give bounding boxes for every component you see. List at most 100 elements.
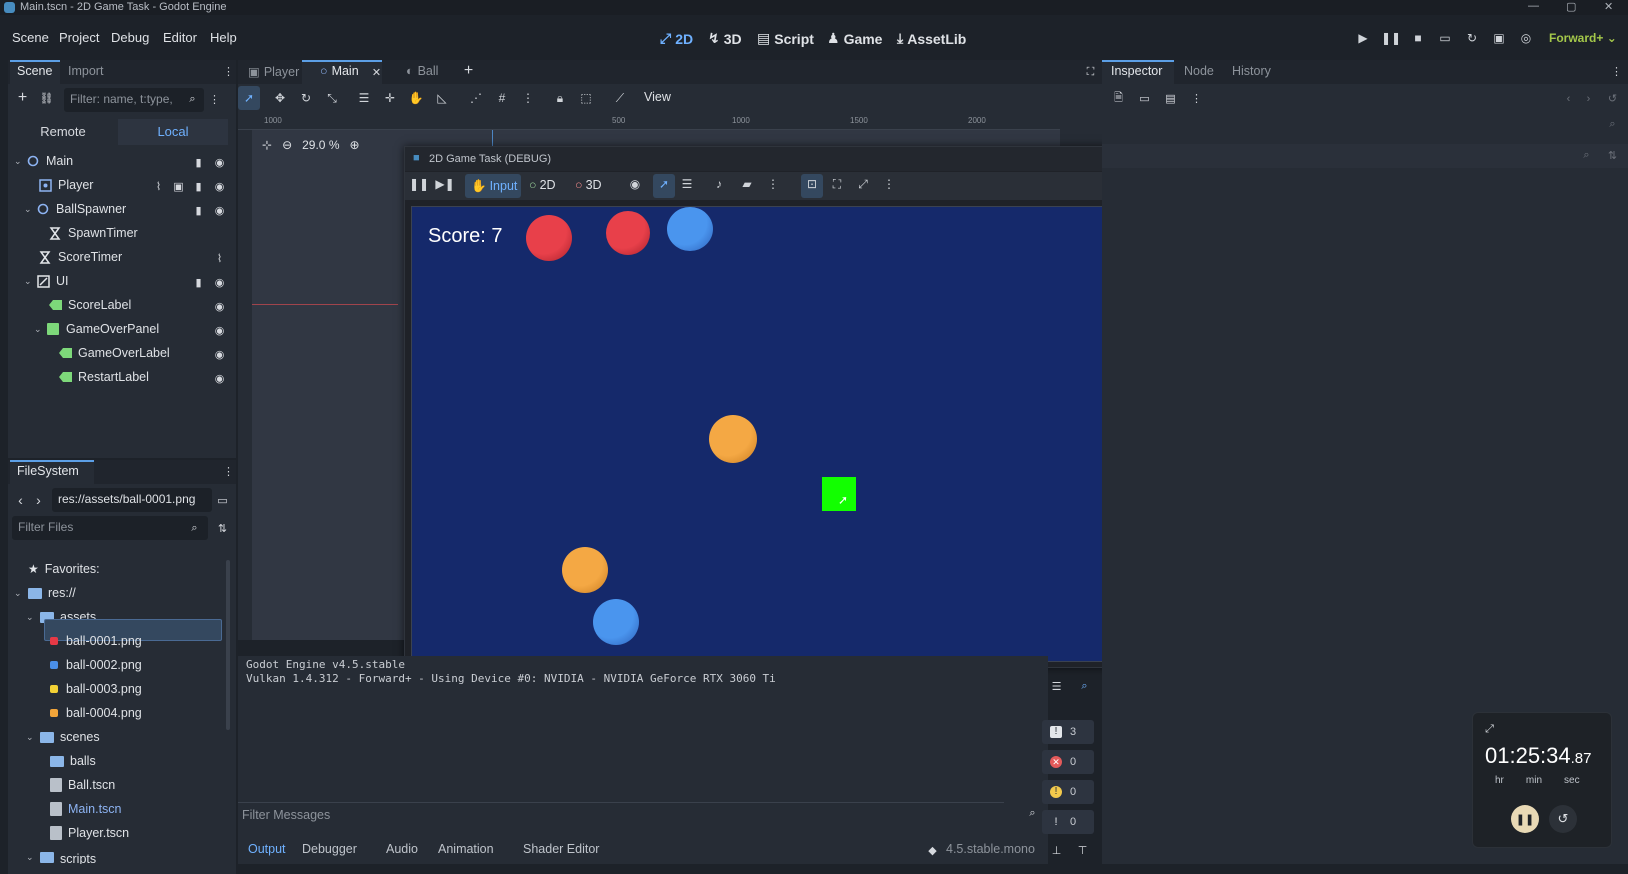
tab-history[interactable]: History (1232, 64, 1271, 78)
embed-options-icon[interactable]: ⋮ (881, 176, 897, 192)
movie-maker-icon[interactable]: ◎ (1519, 31, 1533, 45)
script-icon[interactable]: ▮ (192, 276, 205, 289)
smart-snap-icon[interactable]: ⋰ (468, 90, 484, 106)
visibility-icon[interactable]: ◉ (213, 372, 226, 385)
sort-icon[interactable]: ⇅ (216, 522, 229, 535)
add-node-icon[interactable]: + (16, 89, 29, 106)
collapse-icon[interactable]: ⌄ (26, 732, 40, 743)
fs-file-ball-0004[interactable]: ball-0004.png (50, 702, 142, 724)
menu-scene[interactable]: Scene (12, 30, 49, 45)
fs-path-field[interactable]: res://assets/ball-0001.png (52, 488, 212, 512)
view-menu[interactable]: View (644, 90, 671, 104)
history-back-icon[interactable]: ‹ (1562, 92, 1575, 105)
run-project-icon[interactable]: ▶ (1356, 31, 1370, 45)
fs-folder-scenes[interactable]: ⌄ scenes (26, 726, 100, 748)
tree-item-gameoverlabel[interactable]: GameOverLabel (58, 342, 170, 364)
reload-icon[interactable]: ↻ (1465, 31, 1479, 45)
collapse-icon[interactable]: ⌄ (34, 324, 46, 335)
stopwatch-pause-button[interactable]: ❚❚ (1511, 805, 1539, 833)
menu-debug[interactable]: Debug (111, 30, 149, 45)
embed-stretch-icon[interactable]: ⛶ (829, 176, 845, 192)
tree-item-scorelabel[interactable]: ScoreLabel (48, 294, 131, 316)
forward-icon[interactable]: › (32, 492, 45, 508)
maximize-icon[interactable]: ▢ (1566, 0, 1576, 13)
tab-animation[interactable]: Animation (438, 842, 494, 856)
visibility-icon[interactable]: ◉ (213, 180, 226, 193)
script-icon[interactable]: ▮ (192, 204, 205, 217)
mode-3d-toggle[interactable]: ○ 3D (575, 178, 602, 192)
select-tool-icon[interactable]: ➚ (656, 176, 672, 192)
add-tab-icon[interactable]: + (462, 62, 475, 79)
fs-filter-input[interactable]: Filter Files (12, 516, 208, 540)
visibility-icon[interactable]: ◉ (213, 204, 226, 217)
audio-icon[interactable]: ♪ (711, 176, 727, 192)
close-icon[interactable]: ✕ (1604, 0, 1613, 13)
tab-scene[interactable]: Scene (17, 64, 52, 78)
mode-2d-button[interactable]: ⤢ 2D (660, 30, 693, 47)
property-filter-input[interactable] (1102, 144, 1628, 168)
warning-count-button[interactable]: ! 0 (1042, 780, 1094, 804)
new-resource-icon[interactable]: 🗎 (1112, 92, 1125, 105)
stopwatch-reset-button[interactable]: ↺ (1549, 805, 1577, 833)
close-tab-icon[interactable]: ✕ (370, 66, 383, 79)
tab-node[interactable]: Node (1184, 64, 1214, 78)
tab-inspector[interactable]: Inspector (1111, 64, 1162, 78)
tab-ball[interactable]: ◐ Ball (406, 64, 438, 78)
signal-icon[interactable]: ⌇ (152, 180, 165, 193)
next-frame-icon[interactable]: ▶❚ (435, 176, 454, 192)
dock-menu-icon[interactable]: ⋮ (222, 65, 235, 78)
filter-messages-input[interactable]: Filter Messages (238, 802, 1004, 826)
split-view-icon[interactable]: ▭ (216, 494, 229, 507)
game-menu-icon[interactable]: ⋮ (765, 176, 781, 192)
zoom-level[interactable]: 29.0 % (302, 138, 339, 152)
collapse-icon[interactable]: ⌄ (24, 276, 36, 287)
dock-menu-icon[interactable]: ⋮ (1610, 65, 1623, 78)
pan-tool-icon[interactable]: ✋ (408, 90, 424, 106)
menu-project[interactable]: Project (59, 30, 99, 45)
mode-3d-button[interactable]: ↯ 3D (708, 30, 742, 47)
remote-debug-icon[interactable]: ▭ (1438, 31, 1452, 45)
pause-game-icon[interactable]: ❚❚ (409, 176, 429, 192)
visibility-icon[interactable]: ◉ (213, 324, 226, 337)
bone-tool-icon[interactable]: ⟋ (612, 90, 628, 106)
fs-file-main-tscn[interactable]: Main.tscn (50, 798, 122, 820)
collapse-icon[interactable]: ⌄ (24, 204, 36, 215)
visibility-icon[interactable]: ◉ (213, 348, 226, 361)
script-icon[interactable]: ▮ (192, 156, 205, 169)
remote-button[interactable]: Remote (8, 119, 118, 145)
signal-icon[interactable]: ⌇ (213, 252, 226, 265)
fullscreen-icon[interactable]: ⤢ (855, 176, 871, 192)
tab-debugger[interactable]: Debugger (302, 842, 357, 856)
list-select-icon[interactable]: ☰ (356, 90, 372, 106)
search-icon[interactable]: ⌕ (1078, 680, 1091, 693)
collapse-icon[interactable]: ⌄ (14, 588, 28, 599)
center-view-icon[interactable]: ⊹ (262, 138, 272, 152)
tab-output[interactable]: Output (248, 842, 286, 856)
menu-help[interactable]: Help (210, 30, 237, 45)
visibility-icon[interactable]: ◉ (213, 300, 226, 313)
object-history-icon[interactable]: ↺ (1606, 92, 1619, 105)
select-tool-icon[interactable]: ➚ (241, 90, 257, 106)
mode-game-button[interactable]: ♟ Game (827, 30, 882, 47)
tree-item-ballspawner[interactable]: ⌄ BallSpawner (24, 198, 126, 220)
tab-player[interactable]: ▣ Player (248, 64, 299, 79)
lock-icon[interactable]: 🔒︎ (552, 90, 568, 106)
tab-audio[interactable]: Audio (386, 842, 418, 856)
collapse-messages-icon[interactable]: ☰ (1050, 680, 1063, 693)
minimize-icon[interactable]: — (1528, 0, 1539, 12)
tree-item-ui[interactable]: ⌄ UI (24, 270, 69, 292)
resource-menu-icon[interactable]: ⋮ (1190, 92, 1203, 105)
mode-2d-toggle[interactable]: ○ 2D (529, 178, 556, 192)
input-mode-button[interactable]: ✋ Input (465, 174, 521, 198)
fs-folder-scripts[interactable]: ⌄ scripts (26, 852, 96, 864)
embed-keep-aspect-icon[interactable]: ⊡ (804, 176, 820, 192)
ruler-tool-icon[interactable]: ◺ (434, 90, 450, 106)
fs-file-ball-0002[interactable]: ball-0002.png (50, 654, 142, 676)
zoom-in-icon[interactable]: ⊕ (349, 138, 359, 152)
renderer-selector[interactable]: Forward+ ⌄ (1549, 31, 1617, 45)
visibility-icon[interactable]: ◉ (213, 276, 226, 289)
mode-script-button[interactable]: ▤ Script (757, 30, 814, 47)
back-icon[interactable]: ‹ (14, 492, 27, 508)
pin-icon[interactable]: ⊥ (1050, 844, 1063, 857)
history-forward-icon[interactable]: › (1582, 92, 1595, 105)
